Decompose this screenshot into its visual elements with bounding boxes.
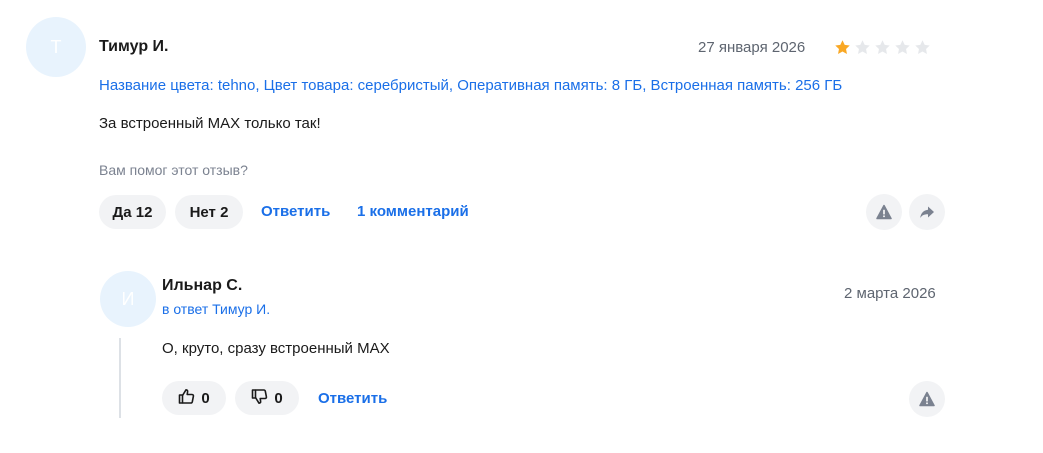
like-count: 0 xyxy=(201,389,210,407)
avatar: Т xyxy=(26,17,86,77)
report-button[interactable] xyxy=(866,194,902,230)
comment-avatar: И xyxy=(100,271,156,327)
like-button[interactable]: 0 xyxy=(162,381,226,415)
helpful-no-button[interactable]: Нет 2 xyxy=(175,195,243,229)
thumbs-up-icon xyxy=(178,388,195,409)
thumbs-down-icon xyxy=(251,388,268,409)
warning-icon xyxy=(919,391,935,407)
review-text: За встроенный MAX только так! xyxy=(99,115,321,132)
rating-stars xyxy=(834,39,931,56)
warning-icon xyxy=(876,204,892,220)
comment-date: 2 марта 2026 xyxy=(844,285,936,302)
comment-author[interactable]: Ильнар С. xyxy=(162,277,242,295)
star-icon xyxy=(854,39,871,56)
thread-line xyxy=(119,338,121,418)
comment-reply-to[interactable]: в ответ Тимур И. xyxy=(162,301,270,317)
helpful-question: Вам помог этот отзыв? xyxy=(99,162,248,178)
star-icon xyxy=(894,39,911,56)
variant-link[interactable]: Название цвета: tehno, Цвет товара: сере… xyxy=(99,77,842,94)
comment-avatar-letter: И xyxy=(121,288,135,309)
comment-report-button[interactable] xyxy=(909,381,945,417)
comment-reply-button[interactable]: Ответить xyxy=(318,390,387,407)
review-author[interactable]: Тимур И. xyxy=(99,38,168,56)
helpful-no-label: Нет 2 xyxy=(189,203,229,221)
dislike-button[interactable]: 0 xyxy=(235,381,299,415)
share-button[interactable] xyxy=(909,194,945,230)
comment-text: О, круто, сразу встроенный MAX xyxy=(162,340,390,357)
avatar-letter: Т xyxy=(50,36,62,57)
share-icon xyxy=(919,204,935,220)
star-icon xyxy=(914,39,931,56)
dislike-count: 0 xyxy=(274,389,283,407)
reply-button[interactable]: Ответить xyxy=(261,203,330,220)
helpful-yes-label: Да 12 xyxy=(112,203,153,221)
star-icon xyxy=(834,39,851,56)
helpful-yes-button[interactable]: Да 12 xyxy=(99,195,166,229)
review-date: 27 января 2026 xyxy=(698,39,806,56)
comments-link[interactable]: 1 комментарий xyxy=(357,203,469,220)
star-icon xyxy=(874,39,891,56)
